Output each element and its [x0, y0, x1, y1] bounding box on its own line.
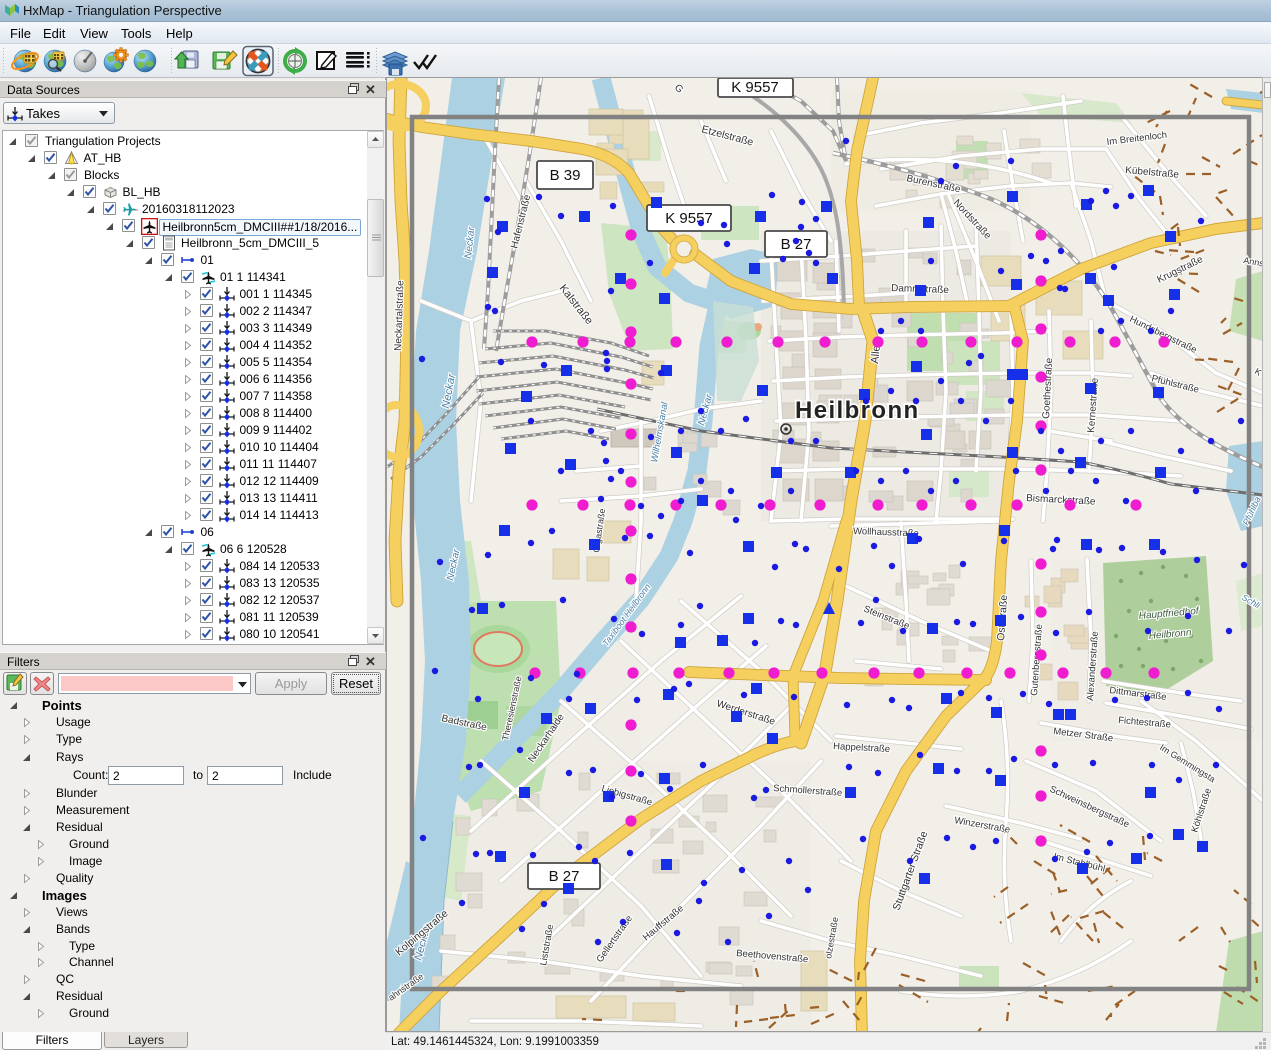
svg-text:Heilbronn: Heilbronn: [795, 397, 920, 424]
svg-text:B 39: B 39: [550, 167, 581, 184]
svg-text:K 9557: K 9557: [665, 210, 713, 227]
svg-text:K 9557: K 9557: [731, 79, 779, 96]
svg-text:B 27: B 27: [549, 868, 580, 885]
